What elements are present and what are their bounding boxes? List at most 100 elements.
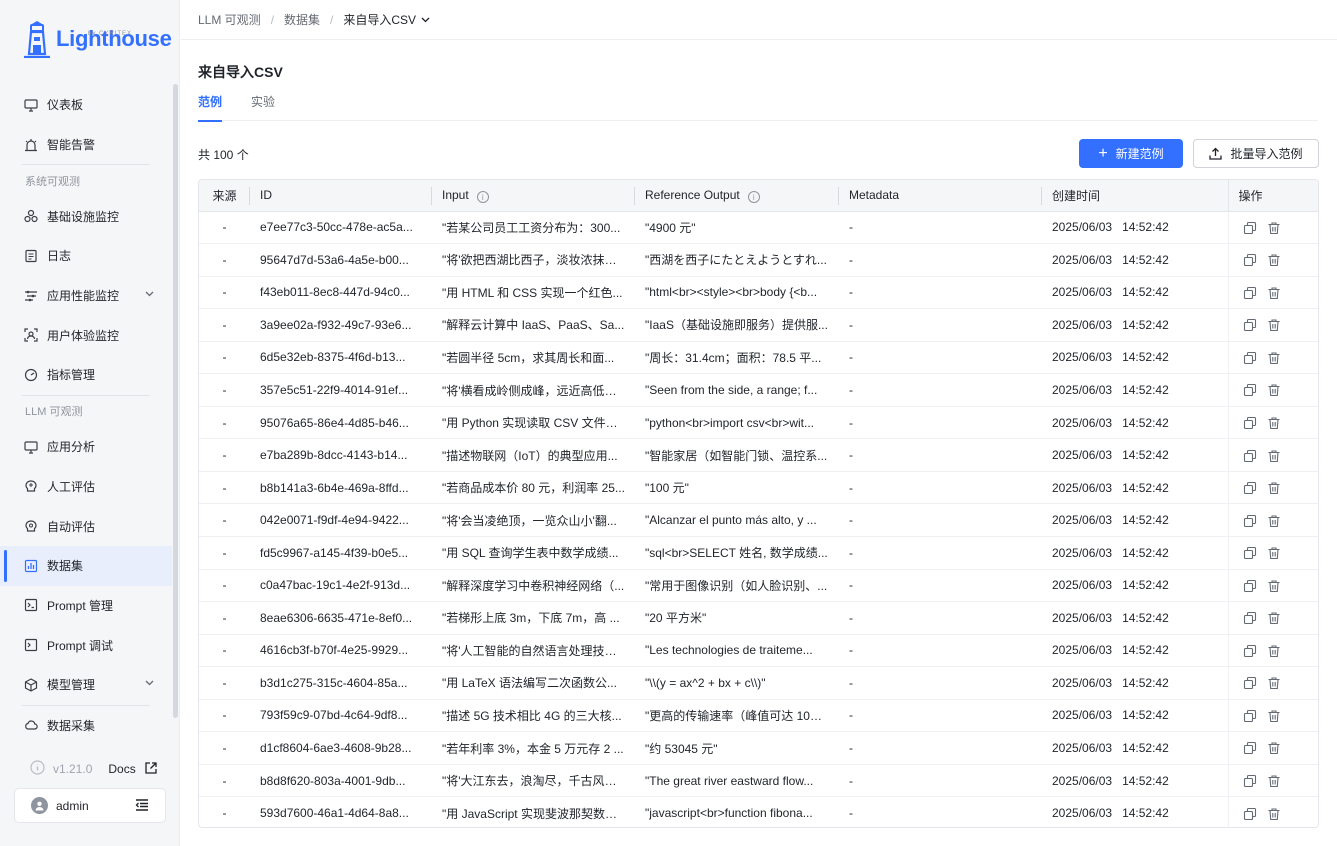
external-link-icon[interactable] bbox=[144, 761, 158, 778]
delete-icon[interactable] bbox=[1267, 253, 1281, 267]
cell-id[interactable]: b8b141a3-6b4e-469a-8ffd... bbox=[250, 471, 432, 505]
table-row[interactable]: -95647d7d-53a6-4a5e-b00... "将'欲把西湖比西子，淡妆浓… bbox=[199, 243, 1318, 277]
cell-id[interactable]: b3d1c275-315c-4604-85a... bbox=[250, 666, 432, 700]
sidebar-item-human-eval[interactable]: 人工评估 bbox=[0, 467, 172, 507]
sidebar-item-prompt-debug[interactable]: Prompt 调试 bbox=[0, 625, 172, 665]
delete-icon[interactable] bbox=[1267, 807, 1281, 821]
collapse-menu-icon[interactable] bbox=[135, 799, 149, 814]
copy-icon[interactable] bbox=[1243, 514, 1257, 528]
table-row[interactable]: -4616cb3f-b70f-4e25-9929... "将'人工智能的自然语言处… bbox=[199, 634, 1318, 668]
table-row[interactable]: - c0a47bac-19c1-4e2f-913d... "解释深度学习中卷积神经网… bbox=[199, 569, 1318, 603]
table-row[interactable]: - b3d1c275-315c-4604-85a... "用 LaTeX 语法编写二… bbox=[199, 666, 1318, 700]
delete-icon[interactable] bbox=[1267, 546, 1281, 560]
sidebar-item-metrics[interactable]: 指标管理 bbox=[0, 355, 172, 395]
cell-id[interactable]: 593d7600-46a1-4d64-8a8... bbox=[250, 797, 432, 827]
delete-icon[interactable] bbox=[1267, 383, 1281, 397]
copy-icon[interactable] bbox=[1243, 709, 1257, 723]
table-row[interactable]: -95076a65-86e4-4d85-b46... "用 Python 实现读取… bbox=[199, 406, 1318, 440]
table-row[interactable]: - e7ba289b-8dcc-4143-b14... "描述物联网（IoT）的典型… bbox=[199, 438, 1318, 472]
copy-icon[interactable] bbox=[1243, 611, 1257, 625]
copy-icon[interactable] bbox=[1243, 676, 1257, 690]
cell-id[interactable]: 8eae6306-6635-471e-8ef0... bbox=[250, 601, 432, 635]
cell-id[interactable]: 793f59c9-07bd-4c64-9df8... bbox=[250, 699, 432, 733]
new-example-button[interactable]: + 新建范例 bbox=[1079, 139, 1183, 168]
table-row[interactable]: - e7ee77c3-50cc-478e-ac5a... "若某公司员工工资分布为：… bbox=[199, 211, 1318, 245]
table-row[interactable]: - f43eb011-8ec8-447d-94c0... "用 HTML 和 CSS… bbox=[199, 276, 1318, 310]
cell-id[interactable]: fd5c9967-a145-4f39-b0e5... bbox=[250, 536, 432, 570]
table-row[interactable]: -8eae6306-6635-471e-8ef0... "若梯形上底 3m，下底 … bbox=[199, 601, 1318, 635]
cell-id[interactable]: 4616cb3f-b70f-4e25-9929... bbox=[250, 634, 432, 668]
copy-icon[interactable] bbox=[1243, 416, 1257, 430]
info-icon[interactable]: i bbox=[476, 191, 489, 203]
breadcrumb-datasets[interactable]: 数据集 bbox=[284, 11, 320, 28]
sidebar-item-logs[interactable]: 日志 bbox=[0, 236, 172, 276]
table-row[interactable]: -042e0071-f9df-4e94-9422... "将'会当凌绝顶，一览众山… bbox=[199, 503, 1318, 537]
cell-id[interactable]: e7ba289b-8dcc-4143-b14... bbox=[250, 438, 432, 472]
delete-icon[interactable] bbox=[1267, 644, 1281, 658]
sidebar-item-datasets[interactable]: 数据集 bbox=[0, 545, 172, 586]
cell-id[interactable]: b8d8f620-803a-4001-9db... bbox=[250, 764, 432, 798]
delete-icon[interactable] bbox=[1267, 579, 1281, 593]
cell-id[interactable]: d1cf8604-6ae3-4608-9b28... bbox=[250, 731, 432, 765]
copy-icon[interactable] bbox=[1243, 807, 1257, 821]
cell-id[interactable]: 3a9ee02a-f932-49c7-93e6... bbox=[250, 308, 432, 342]
tab-examples[interactable]: 范例 bbox=[198, 86, 223, 122]
delete-icon[interactable] bbox=[1267, 741, 1281, 755]
delete-icon[interactable] bbox=[1267, 676, 1281, 690]
info-icon[interactable]: i bbox=[747, 191, 760, 203]
copy-icon[interactable] bbox=[1243, 644, 1257, 658]
breadcrumb-current-dataset[interactable]: 来自导入CSV bbox=[343, 11, 416, 28]
cell-id[interactable]: 95647d7d-53a6-4a5e-b00... bbox=[250, 243, 432, 277]
user-menu[interactable]: admin bbox=[14, 788, 166, 823]
table-row[interactable]: - b8b141a3-6b4e-469a-8ffd... "若商品成本价 80 元，… bbox=[199, 471, 1318, 505]
table-row[interactable]: -793f59c9-07bd-4c64-9df8... "描述 5G 技术相比 4… bbox=[199, 699, 1318, 733]
delete-icon[interactable] bbox=[1267, 416, 1281, 430]
table-row[interactable]: -6d5e32eb-8375-4f6d-b13... "若圆半径 5cm，求其周长… bbox=[199, 341, 1318, 375]
delete-icon[interactable] bbox=[1267, 221, 1281, 235]
table-row[interactable]: - b8d8f620-803a-4001-9db... "将'大江东去，浪淘尽，千古… bbox=[199, 764, 1318, 798]
cell-id[interactable]: e7ee77c3-50cc-478e-ac5a... bbox=[250, 211, 432, 245]
copy-icon[interactable] bbox=[1243, 579, 1257, 593]
cell-id[interactable]: 95076a65-86e4-4d85-b46... bbox=[250, 406, 432, 440]
sidebar-item-alerts[interactable]: 智能告警 bbox=[0, 125, 172, 165]
copy-icon[interactable] bbox=[1243, 383, 1257, 397]
table-row[interactable]: - fd5c9967-a145-4f39-b0e5... "用 SQL 查询学生表中… bbox=[199, 536, 1318, 570]
copy-icon[interactable] bbox=[1243, 351, 1257, 365]
table-row[interactable]: - 593d7600-46a1-4d64-8a8... "用 JavaScript … bbox=[199, 796, 1318, 827]
cell-id[interactable]: 6d5e32eb-8375-4f6d-b13... bbox=[250, 341, 432, 375]
copy-icon[interactable] bbox=[1243, 449, 1257, 463]
delete-icon[interactable] bbox=[1267, 774, 1281, 788]
cell-id[interactable]: 357e5c51-22f9-4014-91ef... bbox=[250, 373, 432, 407]
copy-icon[interactable] bbox=[1243, 774, 1257, 788]
cell-id[interactable]: c0a47bac-19c1-4e2f-913d... bbox=[250, 569, 432, 603]
cell-id[interactable]: 042e0071-f9df-4e94-9422... bbox=[250, 503, 432, 537]
copy-icon[interactable] bbox=[1243, 546, 1257, 560]
cell-id[interactable]: f43eb011-8ec8-447d-94c0... bbox=[250, 276, 432, 310]
docs-link[interactable]: Docs bbox=[108, 762, 135, 776]
table-row[interactable]: -357e5c51-22f9-4014-91ef... "将'横看成岭侧成峰，远近… bbox=[199, 373, 1318, 407]
sidebar-item-apm[interactable]: 应用性能监控 bbox=[0, 276, 172, 316]
table-row[interactable]: -3a9ee02a-f932-49c7-93e6... "解释云计算中 IaaS、… bbox=[199, 308, 1318, 342]
sidebar-item-auto-eval[interactable]: 自动评估 bbox=[0, 506, 172, 546]
sidebar-scrollbar[interactable] bbox=[173, 84, 178, 718]
sidebar-item-dashboard[interactable]: 仪表板 bbox=[0, 85, 172, 125]
sidebar-item-app-analysis[interactable]: 应用分析 bbox=[0, 427, 172, 467]
sidebar-item-rum[interactable]: 用户体验监控 bbox=[0, 315, 172, 355]
copy-icon[interactable] bbox=[1243, 221, 1257, 235]
sidebar-item-models[interactable]: 模型管理 bbox=[0, 665, 172, 705]
tab-experiments[interactable]: 实验 bbox=[251, 86, 275, 121]
copy-icon[interactable] bbox=[1243, 286, 1257, 300]
logo[interactable]: Lighthouse bbox=[22, 18, 172, 60]
table-row[interactable]: - d1cf8604-6ae3-4608-9b28... "若年利率 3%，本金 5… bbox=[199, 731, 1318, 765]
delete-icon[interactable] bbox=[1267, 351, 1281, 365]
breadcrumb-llm[interactable]: LLM 可观测 bbox=[198, 11, 261, 28]
copy-icon[interactable] bbox=[1243, 253, 1257, 267]
delete-icon[interactable] bbox=[1267, 481, 1281, 495]
bulk-import-button[interactable]: 批量导入范例 bbox=[1193, 139, 1319, 168]
sidebar-item-infrastructure[interactable]: 基础设施监控 bbox=[0, 196, 172, 236]
sidebar-item-prompt-manage[interactable]: Prompt 管理 bbox=[0, 586, 172, 626]
chevron-down-icon[interactable] bbox=[421, 17, 430, 23]
sidebar-item-data-collection[interactable]: 数据采集 bbox=[0, 706, 172, 746]
copy-icon[interactable] bbox=[1243, 481, 1257, 495]
copy-icon[interactable] bbox=[1243, 741, 1257, 755]
